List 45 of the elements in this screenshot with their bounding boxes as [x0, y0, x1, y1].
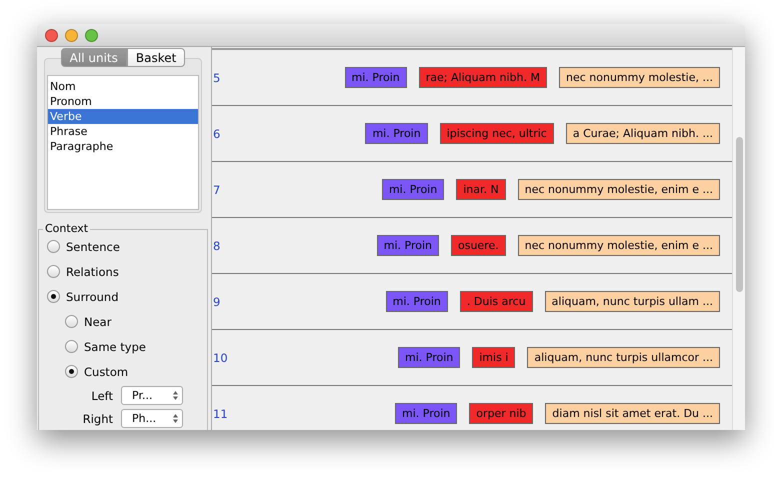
- list-item[interactable]: Verbe: [48, 109, 198, 124]
- dropdown[interactable]: Pr...: [121, 386, 183, 405]
- group-title: Context: [43, 222, 90, 235]
- text-fragment: aliquam, nunc turpis ullamcor ...: [527, 347, 720, 368]
- list-item[interactable]: Paragraphe: [48, 139, 198, 154]
- row-number: 6: [213, 126, 222, 140]
- radio-label: Sentence: [66, 240, 120, 254]
- text-fragment: mi. Proin: [395, 403, 458, 424]
- row-number: 9: [213, 294, 222, 308]
- text-fragment: . Duis arcu: [460, 291, 533, 312]
- text-fragment: nec nonummy molestie, enim e ...: [518, 235, 720, 256]
- row-number: 5: [213, 70, 222, 84]
- text-fragment: nec nonummy molestie, ...: [559, 67, 720, 88]
- text-fragment: ipiscing nec, ultric: [440, 123, 554, 144]
- radio-label: Custom: [84, 364, 128, 378]
- selector-label: Right: [82, 412, 113, 426]
- text-fragment: mi. Proin: [344, 67, 407, 88]
- text-fragment: osuere.: [450, 235, 506, 256]
- radio-label: Near: [84, 314, 112, 328]
- dropdown[interactable]: Ph...: [121, 409, 183, 428]
- selector-label: Left: [90, 388, 113, 402]
- row-number: 7: [213, 182, 222, 196]
- list-item[interactable]: Phrase: [48, 124, 198, 139]
- list-item[interactable]: Pronom: [48, 94, 198, 109]
- text-fragment: inar. N: [456, 179, 506, 200]
- radio-label: Same type: [84, 340, 146, 354]
- radio-label: Surround: [66, 290, 119, 304]
- text-fragment: orper nib: [469, 403, 534, 424]
- text-fragment: a Curae; Aliquam nibh. ...: [566, 123, 720, 144]
- text-fragment: nec nonummy molestie, enim e ...: [518, 179, 720, 200]
- text-fragment: mi. Proin: [382, 179, 444, 200]
- list-item[interactable]: Nom: [48, 79, 198, 94]
- radio-label: Relations: [66, 264, 119, 278]
- row-number: 10: [213, 350, 229, 364]
- row-number: 11: [213, 406, 229, 420]
- text-fragment: diam nisl sit amet erat. Du ...: [545, 403, 720, 424]
- text-fragment: mi. Proin: [365, 123, 428, 144]
- text-fragment: mi. Proin: [376, 235, 439, 256]
- tab[interactable]: Basket: [126, 48, 186, 67]
- text-fragment: aliquam, nunc turpis ullam ...: [544, 291, 720, 312]
- text-fragment: rae; Aliquam nibh. M: [418, 67, 547, 88]
- row-number: 8: [213, 238, 222, 252]
- text-fragment: mi. Proin: [386, 291, 448, 312]
- text-fragment: imis i: [472, 347, 516, 368]
- text-fragment: mi. Proin: [398, 347, 460, 368]
